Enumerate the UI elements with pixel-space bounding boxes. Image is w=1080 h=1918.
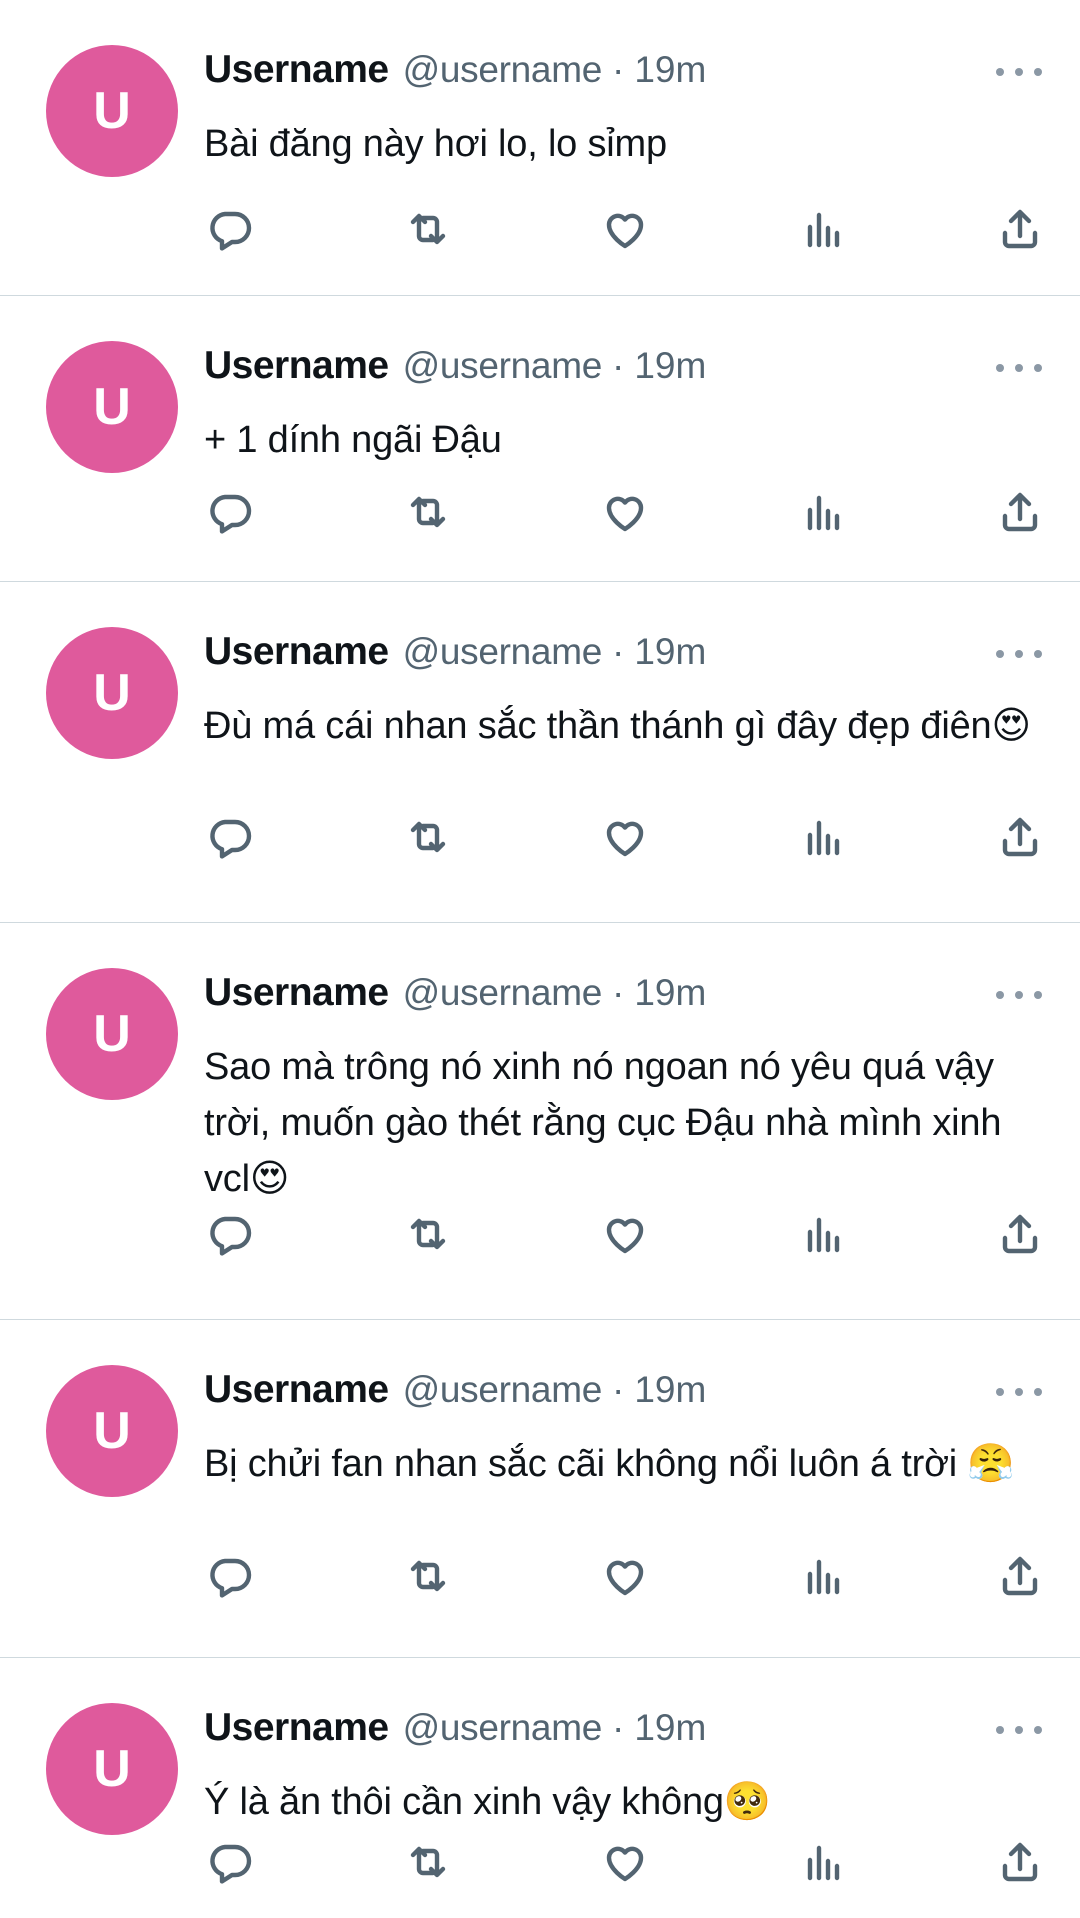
analytics-icon[interactable] [797, 1208, 849, 1260]
action-bar [204, 486, 1046, 538]
timestamp[interactable]: 19m [634, 1707, 706, 1749]
tweet-content: Username @username · 19m + 1 dính ngãi Đ… [204, 344, 1046, 468]
reply-icon[interactable] [204, 1208, 256, 1260]
tweet-content: Username @username · 19m Đù má cái nhan … [204, 630, 1046, 754]
heart-icon[interactable] [599, 486, 651, 538]
separator-dot: · [612, 631, 625, 672]
more-icon[interactable] [996, 1720, 1042, 1740]
heart-icon[interactable] [599, 811, 651, 863]
display-name[interactable]: Username [204, 630, 389, 674]
heart-icon[interactable] [599, 1550, 651, 1602]
separator-dot: · [612, 972, 625, 1013]
display-name[interactable]: Username [204, 48, 389, 92]
tweet-header: Username @username · 19m [204, 1706, 1046, 1766]
reply-icon[interactable] [204, 1836, 256, 1888]
avatar[interactable]: U [46, 627, 178, 759]
reply-icon[interactable] [204, 203, 256, 255]
tweet-header: Username @username · 19m [204, 344, 1046, 404]
timestamp[interactable]: 19m [634, 972, 706, 1014]
avatar[interactable]: U [46, 341, 178, 473]
action-bar [204, 1550, 1046, 1602]
timestamp[interactable]: 19m [634, 631, 706, 673]
user-handle[interactable]: @username [403, 631, 603, 673]
tweet-header: Username @username · 19m [204, 630, 1046, 690]
share-icon[interactable] [994, 811, 1046, 863]
tweet-feed: U Username @username · 19m Bài đăng này … [0, 0, 1080, 1918]
timestamp[interactable]: 19m [634, 1369, 706, 1411]
share-icon[interactable] [994, 203, 1046, 255]
reply-icon[interactable] [204, 811, 256, 863]
user-handle[interactable]: @username [403, 1369, 603, 1411]
tweet-content: Username @username · 19m Sao mà trông nó… [204, 971, 1046, 1207]
tweet[interactable]: U Username @username · 19m Bị chửi fan n… [0, 1320, 1080, 1658]
analytics-icon[interactable] [797, 1550, 849, 1602]
retweet-icon[interactable] [402, 1208, 454, 1260]
display-name[interactable]: Username [204, 971, 389, 1015]
tweet-content: Username @username · 19m Bị chửi fan nha… [204, 1368, 1046, 1492]
analytics-icon[interactable] [797, 203, 849, 255]
timestamp[interactable]: 19m [634, 345, 706, 387]
tweet[interactable]: U Username @username · 19m + 1 dính ngãi… [0, 296, 1080, 582]
share-icon[interactable] [994, 1208, 1046, 1260]
tweet-header: Username @username · 19m [204, 48, 1046, 108]
share-icon[interactable] [994, 486, 1046, 538]
tweet-text: Đù má cái nhan sắc thần thánh gì đây đẹp… [204, 705, 1031, 747]
tweet-content: Username @username · 19m Bài đăng này hơ… [204, 48, 1046, 172]
tweet-header: Username @username · 19m [204, 1368, 1046, 1428]
user-handle[interactable]: @username [403, 345, 603, 387]
retweet-icon[interactable] [402, 1836, 454, 1888]
share-icon[interactable] [994, 1836, 1046, 1888]
separator-dot: · [612, 345, 625, 386]
avatar[interactable]: U [46, 1365, 178, 1497]
heart-icon[interactable] [599, 203, 651, 255]
analytics-icon[interactable] [797, 1836, 849, 1888]
heart-icon[interactable] [599, 1836, 651, 1888]
more-icon[interactable] [996, 62, 1042, 82]
tweet-text: + 1 dính ngãi Đậu [204, 419, 502, 461]
display-name[interactable]: Username [204, 1706, 389, 1750]
tweet[interactable]: U Username @username · 19m Sao mà trông … [0, 923, 1080, 1320]
retweet-icon[interactable] [402, 811, 454, 863]
analytics-icon[interactable] [797, 811, 849, 863]
action-bar [204, 1208, 1046, 1260]
separator-dot: · [612, 1369, 625, 1410]
display-name[interactable]: Username [204, 344, 389, 388]
more-icon[interactable] [996, 1382, 1042, 1402]
heart-icon[interactable] [599, 1208, 651, 1260]
more-icon[interactable] [996, 644, 1042, 664]
separator-dot: · [612, 49, 625, 90]
tweet[interactable]: U Username @username · 19m Đù má cái nha… [0, 582, 1080, 923]
tweet[interactable]: U Username @username · 19m Bài đăng này … [0, 0, 1080, 296]
analytics-icon[interactable] [797, 486, 849, 538]
tweet-text: Bài đăng này hơi lo, lo sỉmp [204, 123, 667, 165]
avatar[interactable]: U [46, 1703, 178, 1835]
share-icon[interactable] [994, 1550, 1046, 1602]
user-handle[interactable]: @username [403, 972, 603, 1014]
retweet-icon[interactable] [402, 486, 454, 538]
more-icon[interactable] [996, 985, 1042, 1005]
more-icon[interactable] [996, 358, 1042, 378]
tweet-text: Sao mà trông nó xinh nó ngoan nó yêu quá… [204, 1046, 1012, 1200]
tweet-header: Username @username · 19m [204, 971, 1046, 1031]
user-handle[interactable]: @username [403, 1707, 603, 1749]
action-bar [204, 811, 1046, 863]
reply-icon[interactable] [204, 486, 256, 538]
tweet-text: Ý là ăn thôi cần xinh vậy không🥺 [204, 1781, 771, 1823]
avatar[interactable]: U [46, 968, 178, 1100]
user-handle[interactable]: @username [403, 49, 603, 91]
display-name[interactable]: Username [204, 1368, 389, 1412]
avatar[interactable]: U [46, 45, 178, 177]
timestamp[interactable]: 19m [634, 49, 706, 91]
tweet-text: Bị chửi fan nhan sắc cãi không nổi luôn … [204, 1443, 1015, 1485]
tweet-content: Username @username · 19m Ý là ăn thôi cầ… [204, 1706, 1046, 1830]
retweet-icon[interactable] [402, 203, 454, 255]
reply-icon[interactable] [204, 1550, 256, 1602]
separator-dot: · [612, 1707, 625, 1748]
tweet[interactable]: U Username @username · 19m Ý là ăn thôi … [0, 1658, 1080, 1918]
retweet-icon[interactable] [402, 1550, 454, 1602]
action-bar [204, 1836, 1046, 1888]
action-bar [204, 203, 1046, 255]
